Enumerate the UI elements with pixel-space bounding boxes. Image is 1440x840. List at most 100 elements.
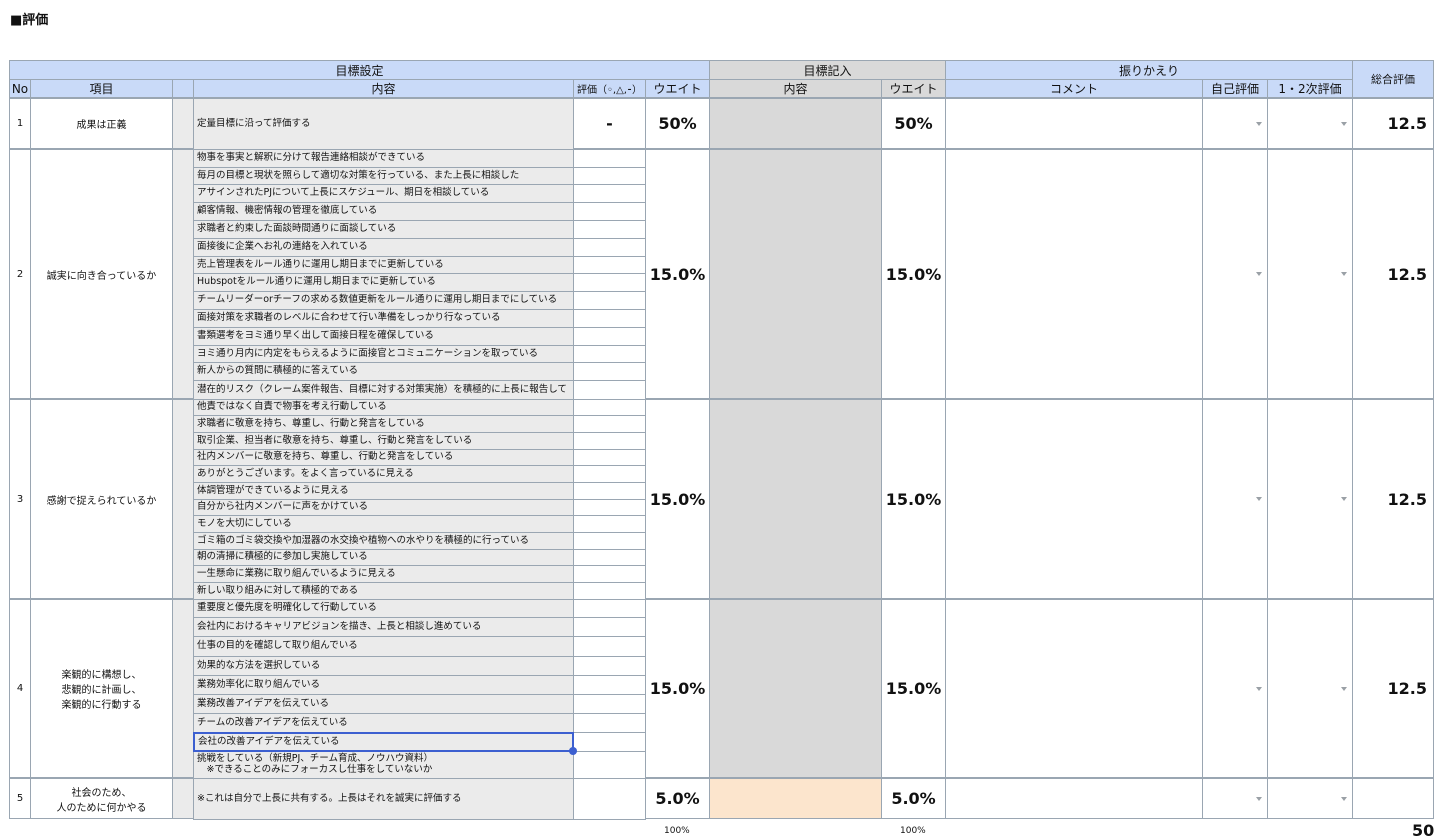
dropdown-caret-icon[interactable]	[1256, 121, 1262, 126]
criterion-eval-cell[interactable]	[573, 432, 646, 450]
row-entry-weight[interactable]: 50%	[881, 98, 946, 149]
criterion-eval-cell[interactable]	[573, 636, 646, 657]
dropdown-caret-icon[interactable]	[1256, 272, 1262, 276]
criterion-item[interactable]: 面接対策を求職者のレベルに合わせて行い準備をしっかり行なっている	[193, 309, 574, 328]
row-total[interactable]: 12.5	[1352, 599, 1434, 778]
row-entry-content[interactable]	[709, 599, 882, 778]
header-eval-mark[interactable]: 評価（◦,△,⁃）	[573, 79, 646, 98]
criterion-item[interactable]: 求職者に敬意を持ち、尊重し、行動と発言をしている	[193, 415, 574, 433]
row-second-eval-dropdown[interactable]	[1267, 599, 1353, 778]
row-entry-weight[interactable]: 5.0%	[881, 778, 946, 819]
row-self-eval-dropdown[interactable]	[1202, 778, 1268, 819]
row-no[interactable]: 3	[9, 399, 31, 599]
row-no[interactable]: 4	[9, 599, 31, 778]
criterion-item[interactable]: 重要度と優先度を明確化して行動している	[193, 599, 574, 618]
criterion-eval-cell[interactable]	[573, 184, 646, 203]
criterion-eval-cell[interactable]	[573, 380, 646, 400]
row-item[interactable]: 社会のため、 人のために何かやる	[30, 778, 173, 819]
row-entry-content[interactable]	[709, 778, 882, 819]
criterion-eval-cell[interactable]	[573, 327, 646, 346]
criterion-item[interactable]: 会社の改善アイデアを伝えている	[193, 732, 574, 752]
row-total[interactable]: 12.5	[1352, 98, 1434, 149]
criterion-eval-cell[interactable]	[573, 656, 646, 676]
row-spacer[interactable]	[172, 149, 194, 399]
criterion-item[interactable]: 他責ではなく自責で物事を考え行動している	[193, 399, 574, 416]
criterion-item[interactable]: 仕事の目的を確認して取り組んでいる	[193, 636, 574, 657]
row-weight[interactable]: 15.0%	[645, 149, 710, 399]
criterion-item[interactable]: 売上管理表をルール通りに運用し期日までに更新している	[193, 256, 574, 274]
dropdown-caret-icon[interactable]	[1341, 272, 1347, 276]
criterion-item[interactable]: 求職者と約束した面談時間通りに面談している	[193, 220, 574, 239]
criterion-item[interactable]: 業務改善アイデアを伝えている	[193, 694, 574, 714]
criterion-eval-cell[interactable]	[573, 362, 646, 381]
criterion-item[interactable]: モノを大切にしている	[193, 515, 574, 533]
row-weight[interactable]: 15.0%	[645, 399, 710, 599]
criterion-item[interactable]: 新人からの質問に積極的に答えている	[193, 362, 574, 381]
row-entry-content[interactable]	[709, 98, 882, 149]
criterion-item[interactable]: 挑戦をしている（新規PJ、チーム育成、ノウハウ資料） ※できることのみにフォーカ…	[193, 751, 574, 779]
header-entry-content[interactable]: 内容	[709, 79, 882, 98]
criterion-eval-cell[interactable]	[573, 482, 646, 500]
criterion-item[interactable]: 潜在的リスク（クレーム案件報告、目標に対する対策実施）を積極的に上長に報告して	[193, 380, 574, 400]
row-spacer[interactable]	[172, 98, 194, 149]
header-item[interactable]: 項目	[30, 79, 173, 98]
criterion-item[interactable]: チームの改善アイデアを伝えている	[193, 713, 574, 733]
row-spacer[interactable]	[172, 778, 194, 819]
row-self-eval-dropdown[interactable]	[1202, 399, 1268, 599]
row-total[interactable]	[1352, 778, 1434, 819]
criterion-item[interactable]: Hubspotをルール通りに運用し期日までに更新している	[193, 273, 574, 292]
row-item[interactable]: 感謝で捉えられているか	[30, 399, 173, 599]
criterion-item[interactable]: 体調管理ができているように見える	[193, 482, 574, 500]
criterion-item[interactable]: 定量目標に沿って評価する	[193, 98, 574, 150]
criterion-eval-cell[interactable]	[573, 675, 646, 695]
criterion-eval-cell[interactable]	[573, 202, 646, 221]
header-overall[interactable]: 総合評価	[1352, 60, 1434, 98]
criterion-eval-cell[interactable]	[573, 256, 646, 274]
criterion-eval-cell[interactable]	[573, 617, 646, 637]
row-comment[interactable]	[945, 599, 1203, 778]
row-weight[interactable]: 50%	[645, 98, 710, 149]
row-total[interactable]: 12.5	[1352, 149, 1434, 399]
criterion-eval-cell[interactable]	[573, 399, 646, 416]
criterion-eval-cell[interactable]	[573, 167, 646, 185]
criterion-eval-cell[interactable]	[573, 149, 646, 168]
row-item[interactable]: 成果は正義	[30, 98, 173, 149]
criterion-item[interactable]: 朝の清掃に積極的に参加し実施している	[193, 549, 574, 566]
criterion-item[interactable]: 社内メンバーに敬意を持ち、尊重し、行動と発言をしている	[193, 449, 574, 466]
criterion-item[interactable]: 新しい取り組みに対して積極的である	[193, 582, 574, 600]
criterion-eval-cell[interactable]	[573, 515, 646, 533]
criterion-eval-cell[interactable]	[573, 732, 646, 752]
criterion-item[interactable]: 面接後に企業へお礼の連絡を入れている	[193, 238, 574, 257]
criterion-eval-cell[interactable]	[573, 415, 646, 433]
criterion-eval-cell[interactable]	[573, 309, 646, 328]
criterion-eval-cell[interactable]	[573, 238, 646, 257]
row-second-eval-dropdown[interactable]	[1267, 149, 1353, 399]
row-entry-content[interactable]	[709, 149, 882, 399]
criterion-item[interactable]: 物事を事実と解釈に分けて報告連絡相談ができている	[193, 149, 574, 168]
row-item[interactable]: 誠実に向き合っているか	[30, 149, 173, 399]
criterion-item[interactable]: ありがとうございます。をよく言っているに見える	[193, 465, 574, 483]
criterion-item[interactable]: アサインされたPJについて上長にスケジュール、期日を相談している	[193, 184, 574, 203]
criterion-item[interactable]: 書類選考をヨミ通り早く出して面接日程を確保している	[193, 327, 574, 346]
dropdown-caret-icon[interactable]	[1341, 121, 1347, 126]
row-total[interactable]: 12.5	[1352, 399, 1434, 599]
header-goal-setting[interactable]: 目標設定	[9, 60, 710, 80]
criterion-eval-cell[interactable]	[573, 751, 646, 779]
criterion-eval-cell[interactable]	[573, 499, 646, 516]
row-self-eval-dropdown[interactable]	[1202, 149, 1268, 399]
criterion-eval-cell[interactable]	[573, 582, 646, 600]
header-self-eval[interactable]: 自己評価	[1202, 79, 1268, 98]
dropdown-caret-icon[interactable]	[1341, 796, 1347, 801]
dropdown-caret-icon[interactable]	[1341, 497, 1347, 501]
dropdown-caret-icon[interactable]	[1256, 796, 1262, 801]
criterion-eval-cell[interactable]	[573, 291, 646, 310]
dropdown-caret-icon[interactable]	[1341, 686, 1347, 691]
row-second-eval-dropdown[interactable]	[1267, 778, 1353, 819]
selection-handle[interactable]	[569, 747, 577, 755]
criterion-eval-cell[interactable]	[573, 449, 646, 466]
row-spacer[interactable]	[172, 599, 194, 778]
row-weight[interactable]: 15.0%	[645, 599, 710, 778]
criterion-eval-cell[interactable]	[573, 220, 646, 239]
header-review[interactable]: 振りかえり	[945, 60, 1353, 80]
row-self-eval-dropdown[interactable]	[1202, 98, 1268, 149]
